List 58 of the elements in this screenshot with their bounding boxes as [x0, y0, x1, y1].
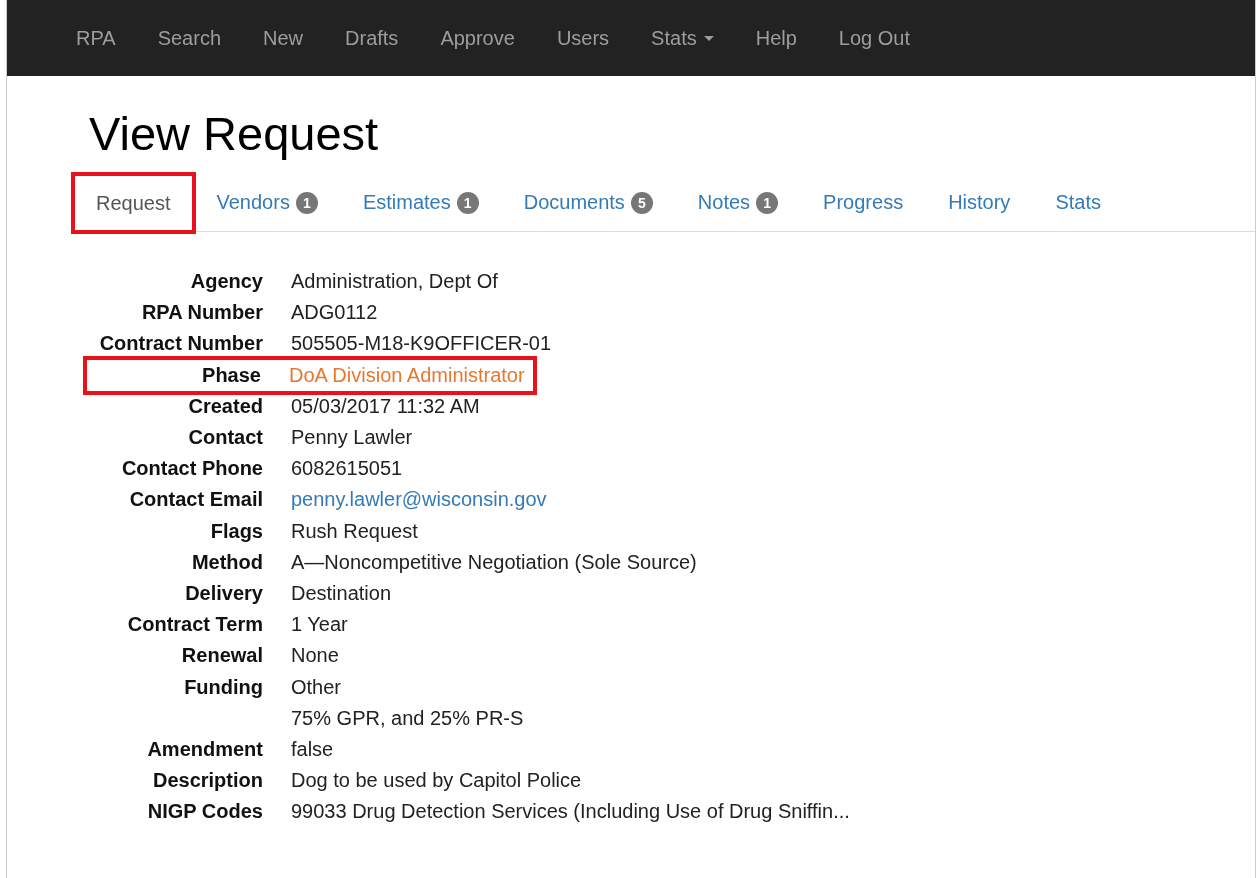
- tab[interactable]: Progress: [801, 174, 926, 231]
- field-value: false: [291, 737, 334, 761]
- nav-link[interactable]: Approve: [419, 26, 536, 50]
- nav-link[interactable]: Users: [535, 26, 631, 50]
- field-label: Phase: [202, 363, 261, 386]
- count-badge: 1: [456, 191, 479, 214]
- nav-link[interactable]: RPA: [55, 26, 137, 50]
- field-value: Administration, Dept Of: [291, 270, 498, 294]
- field-label: NIGP Codes: [147, 800, 263, 823]
- nav-link[interactable]: New: [242, 26, 325, 50]
- tab[interactable]: Estimates 1: [340, 174, 501, 231]
- field-value: Dog to be used by Capitol Police: [291, 769, 582, 793]
- field-label: Amendment: [147, 737, 263, 760]
- field-value: ADG0112: [291, 301, 378, 325]
- count-badge: 1: [295, 191, 318, 214]
- field-value: 6082615051: [291, 457, 403, 481]
- count-badge: 5: [630, 191, 653, 214]
- field-label: Agency: [190, 270, 263, 293]
- field-label: Method: [191, 550, 263, 573]
- field-value: None: [291, 644, 339, 668]
- field-value: 99033 Drug Detection Services (Including Use of Drug Sniffin...: [291, 800, 850, 824]
- tab[interactable]: Stats: [1033, 174, 1123, 231]
- nav-link[interactable]: Stats: [630, 26, 735, 50]
- nav-link[interactable]: Drafts: [324, 26, 420, 50]
- field-label: Contract Number: [99, 332, 263, 355]
- field-label: Flags: [210, 519, 263, 542]
- field-value: 05/03/2017 11:32 AM: [291, 394, 480, 418]
- field-label: Contract Term: [127, 613, 263, 636]
- email-link[interactable]: penny.lawler@wisconsin.gov: [291, 488, 547, 512]
- nav-link[interactable]: Search: [136, 26, 242, 50]
- field-label: Contact Phone: [121, 457, 263, 480]
- field-value: 505505-M18-K9OFFICER-01: [291, 332, 552, 356]
- field-value: 1 Year: [291, 613, 348, 637]
- tab[interactable]: History: [926, 174, 1033, 231]
- field-value: A—Noncompetitive Negotiation (Sole Source): [291, 550, 697, 574]
- field-label: Description: [152, 769, 263, 792]
- field-label: Delivery: [185, 581, 263, 604]
- tab[interactable]: Notes 1: [675, 174, 801, 231]
- count-badge: 1: [756, 191, 779, 214]
- field-label: Renewal: [181, 644, 263, 667]
- field-label: RPA Number: [141, 301, 263, 324]
- nav-link[interactable]: Log Out: [817, 26, 931, 50]
- caret-icon: [703, 35, 714, 41]
- tab[interactable]: Vendors 1: [194, 174, 340, 231]
- field-value: 75% GPR, and 25% PR-S: [291, 706, 524, 730]
- field-label: Funding: [184, 675, 263, 698]
- page-title: View Request: [89, 106, 380, 162]
- phase-status: DoA Division Administrator: [289, 363, 525, 387]
- nav-link[interactable]: Help: [734, 26, 818, 50]
- field-value: Destination: [291, 581, 392, 605]
- field-label: Contact: [188, 426, 263, 449]
- field-value: Other: [291, 675, 342, 699]
- tab[interactable]: Documents 5: [501, 174, 675, 231]
- field-label: Created: [188, 394, 263, 417]
- field-label: Contact Email: [129, 488, 263, 511]
- tab[interactable]: Request: [73, 174, 194, 232]
- field-value: Penny Lawler: [291, 426, 413, 450]
- field-value: Rush Request: [291, 519, 418, 543]
